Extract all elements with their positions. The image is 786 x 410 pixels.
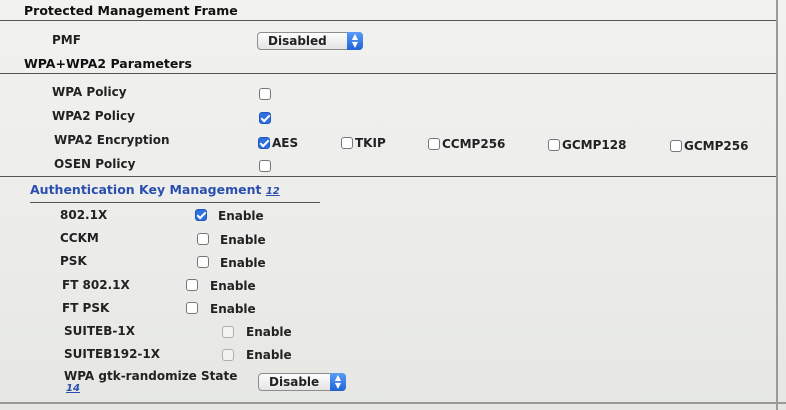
gcmp256-label: GCMP256	[684, 139, 749, 153]
pmf-label: PMF	[52, 33, 81, 47]
akm-suiteb192-1x-label: SUITEB192-1X	[64, 347, 161, 361]
akm-802-1x-label: 802.1X	[60, 208, 108, 222]
aes-checkbox[interactable]	[258, 137, 270, 149]
akm-suiteb-1x-checkbox[interactable]	[222, 326, 234, 338]
akm-ft-psk-checkbox[interactable]	[186, 302, 198, 314]
chevron-updown-icon: ▲ ▼	[330, 373, 346, 391]
panel-border-right	[776, 0, 778, 410]
wpa-policy-checkbox[interactable]	[259, 88, 271, 100]
security-settings-panel: Protected Management Frame PMF Disabled …	[0, 0, 786, 410]
gcmp128-label: GCMP128	[562, 138, 627, 152]
akm-psk-enable-label: Enable	[220, 256, 266, 270]
wpa-divider	[0, 73, 776, 74]
akm-ft-psk-label: FT PSK	[62, 301, 110, 315]
chevron-updown-icon: ▲ ▼	[347, 32, 363, 50]
wpa2-policy-label: WPA2 Policy	[52, 109, 135, 123]
pmf-select-value: Disabled	[268, 34, 327, 48]
wpa2-encryption-label: WPA2 Encryption	[54, 133, 170, 147]
wpa2-policy-checkbox[interactable]	[259, 112, 271, 124]
pmf-select[interactable]: Disabled ▲ ▼	[257, 32, 363, 50]
akm-suiteb192-1x-enable-label: Enable	[246, 348, 292, 362]
gcmp256-checkbox[interactable]	[670, 140, 682, 152]
akm-help-link[interactable]: 12	[266, 186, 280, 197]
akm-suiteb192-1x-checkbox[interactable]	[222, 349, 234, 361]
tkip-checkbox[interactable]	[341, 137, 353, 149]
akm-section-title: Authentication Key Management 12	[30, 182, 280, 197]
akm-psk-label: PSK	[60, 254, 87, 268]
akm-ft-802-1x-checkbox[interactable]	[186, 279, 198, 291]
osen-policy-label: OSEN Policy	[54, 157, 136, 171]
aes-label: AES	[272, 136, 299, 150]
tkip-label: TKIP	[355, 136, 386, 150]
akm-suiteb-1x-enable-label: Enable	[246, 325, 292, 339]
akm-cckm-enable-label: Enable	[220, 233, 266, 247]
akm-title-text: Authentication Key Management	[30, 182, 262, 197]
akm-802-1x-checkbox[interactable]	[195, 209, 207, 221]
gtk-randomize-select[interactable]: Disable ▲ ▼	[258, 373, 346, 391]
wpa-bottom-divider	[0, 176, 776, 177]
panel-border-bottom	[0, 402, 786, 404]
akm-802-1x-enable-label: Enable	[218, 209, 264, 223]
akm-ft-802-1x-enable-label: Enable	[210, 279, 256, 293]
osen-policy-checkbox[interactable]	[259, 160, 271, 172]
akm-cckm-label: CCKM	[60, 231, 99, 245]
akm-psk-checkbox[interactable]	[197, 256, 209, 268]
pmf-divider	[0, 20, 776, 21]
akm-ft-psk-enable-label: Enable	[210, 302, 256, 316]
akm-ft-802-1x-label: FT 802.1X	[62, 278, 130, 292]
gtk-select-value: Disable	[269, 375, 320, 389]
ccmp256-label: CCMP256	[442, 137, 506, 151]
akm-cckm-checkbox[interactable]	[197, 233, 209, 245]
ccmp256-checkbox[interactable]	[428, 138, 440, 150]
gtk-randomize-label: WPA gtk-randomize State	[64, 369, 238, 383]
gtk-help-link[interactable]: 14	[66, 383, 80, 394]
akm-suiteb-1x-label: SUITEB-1X	[64, 324, 135, 338]
wpa-policy-label: WPA Policy	[52, 85, 127, 99]
pmf-section-title: Protected Management Frame	[24, 3, 238, 18]
wpa-section-title: WPA+WPA2 Parameters	[24, 56, 192, 71]
akm-divider	[30, 202, 320, 203]
gcmp128-checkbox[interactable]	[548, 139, 560, 151]
